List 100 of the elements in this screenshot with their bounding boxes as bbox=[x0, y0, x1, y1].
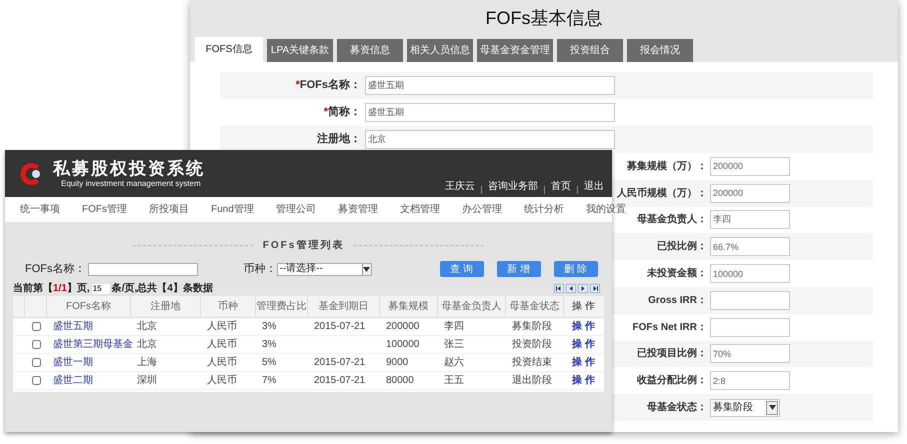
field-label: 已投项目比例： bbox=[637, 346, 707, 362]
field-label: 收益分配比例： bbox=[637, 374, 707, 388]
row-checkbox[interactable] bbox=[32, 340, 40, 349]
table-cell-text: 9000 bbox=[386, 356, 408, 370]
table-cell-text: 3% bbox=[262, 320, 276, 334]
table-cell-text: 人民币 bbox=[207, 374, 237, 388]
row-checkbox[interactable] bbox=[32, 322, 40, 331]
row-checkbox[interactable] bbox=[32, 376, 40, 385]
action-button[interactable]: 查 询 bbox=[440, 261, 484, 277]
field-label: FOFs名称： bbox=[25, 262, 86, 277]
nav-item[interactable]: 我的设置 bbox=[586, 202, 626, 217]
nav-item[interactable]: 统一事项 bbox=[20, 202, 60, 217]
tab[interactable]: 报会情况 bbox=[627, 39, 693, 62]
text-field[interactable] bbox=[710, 318, 790, 337]
name-search-field[interactable] bbox=[88, 262, 198, 276]
tab[interactable]: 募资信息 bbox=[337, 39, 403, 62]
nav-item[interactable]: 办公管理 bbox=[462, 202, 502, 217]
text-field[interactable] bbox=[710, 290, 790, 310]
fund-name-link[interactable]: 盛世第三期母基金 bbox=[53, 337, 133, 352]
fund-name-link[interactable]: 盛世一期 bbox=[53, 355, 93, 370]
column-header: 币种 bbox=[201, 296, 256, 317]
table-cell-text: 100000 bbox=[386, 338, 420, 352]
table-cell-text: 2015-07-21 bbox=[314, 320, 366, 334]
text-field[interactable]: 盛世五期 bbox=[365, 76, 615, 95]
text-field[interactable]: 盛世五期 bbox=[365, 103, 615, 122]
field-label: 币种： bbox=[244, 262, 276, 277]
column-header: 注册地 bbox=[131, 296, 201, 317]
table-cell-text: 投资结束 bbox=[512, 356, 552, 370]
field-label: 人民币规模（万）： bbox=[617, 186, 707, 201]
column-header: 管理费占比 bbox=[256, 296, 308, 317]
text-field[interactable]: 200000 bbox=[710, 156, 790, 176]
pager-text: 条/页,总共【4】条数据 bbox=[112, 284, 213, 294]
currency-select[interactable]: --请选择-- bbox=[276, 262, 372, 276]
text-field[interactable]: 200000 bbox=[710, 184, 790, 203]
tab[interactable]: 投资组合 bbox=[557, 39, 623, 62]
field-label: *FOFs名称： bbox=[296, 78, 361, 94]
header-link[interactable]: 退出 bbox=[584, 179, 604, 194]
table-cell-text: 赵六 bbox=[444, 356, 464, 370]
previous-page-icon[interactable] bbox=[566, 284, 576, 293]
list-title: FOFs管理列表 bbox=[262, 238, 344, 253]
table-cell-text: 7% bbox=[262, 374, 276, 388]
fund-name-link[interactable]: 盛世五期 bbox=[53, 319, 93, 334]
status-select[interactable]: 募集阶段 bbox=[710, 398, 780, 417]
table-cell-text: 5% bbox=[262, 356, 276, 370]
nav-item[interactable]: 所投项目 bbox=[149, 202, 189, 217]
table-cell-text: 募集阶段 bbox=[512, 320, 552, 334]
column-header: 母基金状态 bbox=[506, 296, 564, 317]
dropdown-arrow-icon bbox=[768, 405, 776, 410]
text-field[interactable]: 100000 bbox=[710, 264, 790, 284]
header-link[interactable]: 王庆云 bbox=[445, 179, 475, 194]
header-link[interactable]: 首页 bbox=[551, 179, 571, 194]
field-label: 募集规模（万）： bbox=[627, 160, 707, 174]
table-cell-text: 上海 bbox=[137, 356, 157, 370]
field-label: Gross IRR： bbox=[648, 294, 707, 308]
text-field[interactable]: 70% bbox=[710, 344, 790, 364]
text-field[interactable]: 李四 bbox=[710, 210, 790, 230]
table-cell-text: 北京 bbox=[137, 320, 157, 334]
operate-link[interactable]: 操 作 bbox=[572, 337, 595, 352]
nav-item[interactable]: 管理公司 bbox=[276, 202, 316, 217]
next-page-icon[interactable] bbox=[578, 284, 588, 293]
field-label: 已投比例： bbox=[657, 240, 707, 254]
operate-link[interactable]: 操 作 bbox=[572, 319, 595, 334]
text-field[interactable]: 2:8 bbox=[710, 371, 790, 390]
table-cell-text: 人民币 bbox=[207, 338, 237, 352]
field-label: *简称： bbox=[324, 104, 361, 120]
row-checkbox[interactable] bbox=[32, 358, 40, 367]
text-field[interactable]: 66.7% bbox=[710, 237, 790, 256]
nav-item[interactable]: 募资管理 bbox=[338, 202, 378, 217]
operate-link[interactable]: 操 作 bbox=[572, 373, 595, 388]
action-button[interactable]: 删 除 bbox=[554, 261, 598, 277]
field-label: 母基金负责人： bbox=[637, 212, 707, 228]
tab[interactable]: LPA关键条款 bbox=[267, 39, 333, 62]
table-cell-text: 人民币 bbox=[207, 356, 237, 370]
page-size-field[interactable]: 15 bbox=[92, 284, 110, 294]
table-cell-text: 200000 bbox=[386, 320, 420, 334]
nav-item[interactable]: 文档管理 bbox=[400, 202, 440, 217]
pager-text: 当前第【1/1】页, bbox=[13, 284, 90, 294]
text-field[interactable]: 北京 bbox=[365, 130, 615, 149]
header-link[interactable]: 咨询业务部 bbox=[488, 179, 538, 194]
fund-name-link[interactable]: 盛世二期 bbox=[53, 373, 93, 388]
tab[interactable]: FOFS信息 bbox=[195, 37, 263, 62]
last-page-icon[interactable] bbox=[590, 284, 600, 293]
table-cell-text: 80000 bbox=[386, 374, 414, 388]
first-page-icon[interactable] bbox=[554, 284, 564, 293]
dropdown-arrow-icon bbox=[363, 266, 370, 272]
table-cell-text: 2015-07-21 bbox=[314, 374, 366, 388]
tab[interactable]: 相关人员信息 bbox=[407, 39, 473, 62]
nav-item[interactable]: Fund管理 bbox=[211, 202, 254, 217]
operate-link[interactable]: 操 作 bbox=[572, 355, 595, 370]
field-label: 母基金状态： bbox=[647, 400, 707, 416]
table-cell-text: 退出阶段 bbox=[512, 374, 552, 388]
field-label: 未投资金额： bbox=[647, 266, 707, 282]
action-button[interactable]: 新 增 bbox=[496, 261, 540, 277]
nav-item[interactable]: FOFs管理 bbox=[82, 202, 127, 217]
table-cell-text: 李四 bbox=[444, 320, 464, 334]
nav-item[interactable]: 统计分析 bbox=[524, 202, 564, 217]
field-label: FOFs Net IRR： bbox=[632, 320, 707, 335]
tab[interactable]: 母基金资金管理 bbox=[477, 39, 553, 62]
table-cell-text: 3% bbox=[262, 338, 276, 352]
field-label: 注册地： bbox=[317, 132, 361, 148]
